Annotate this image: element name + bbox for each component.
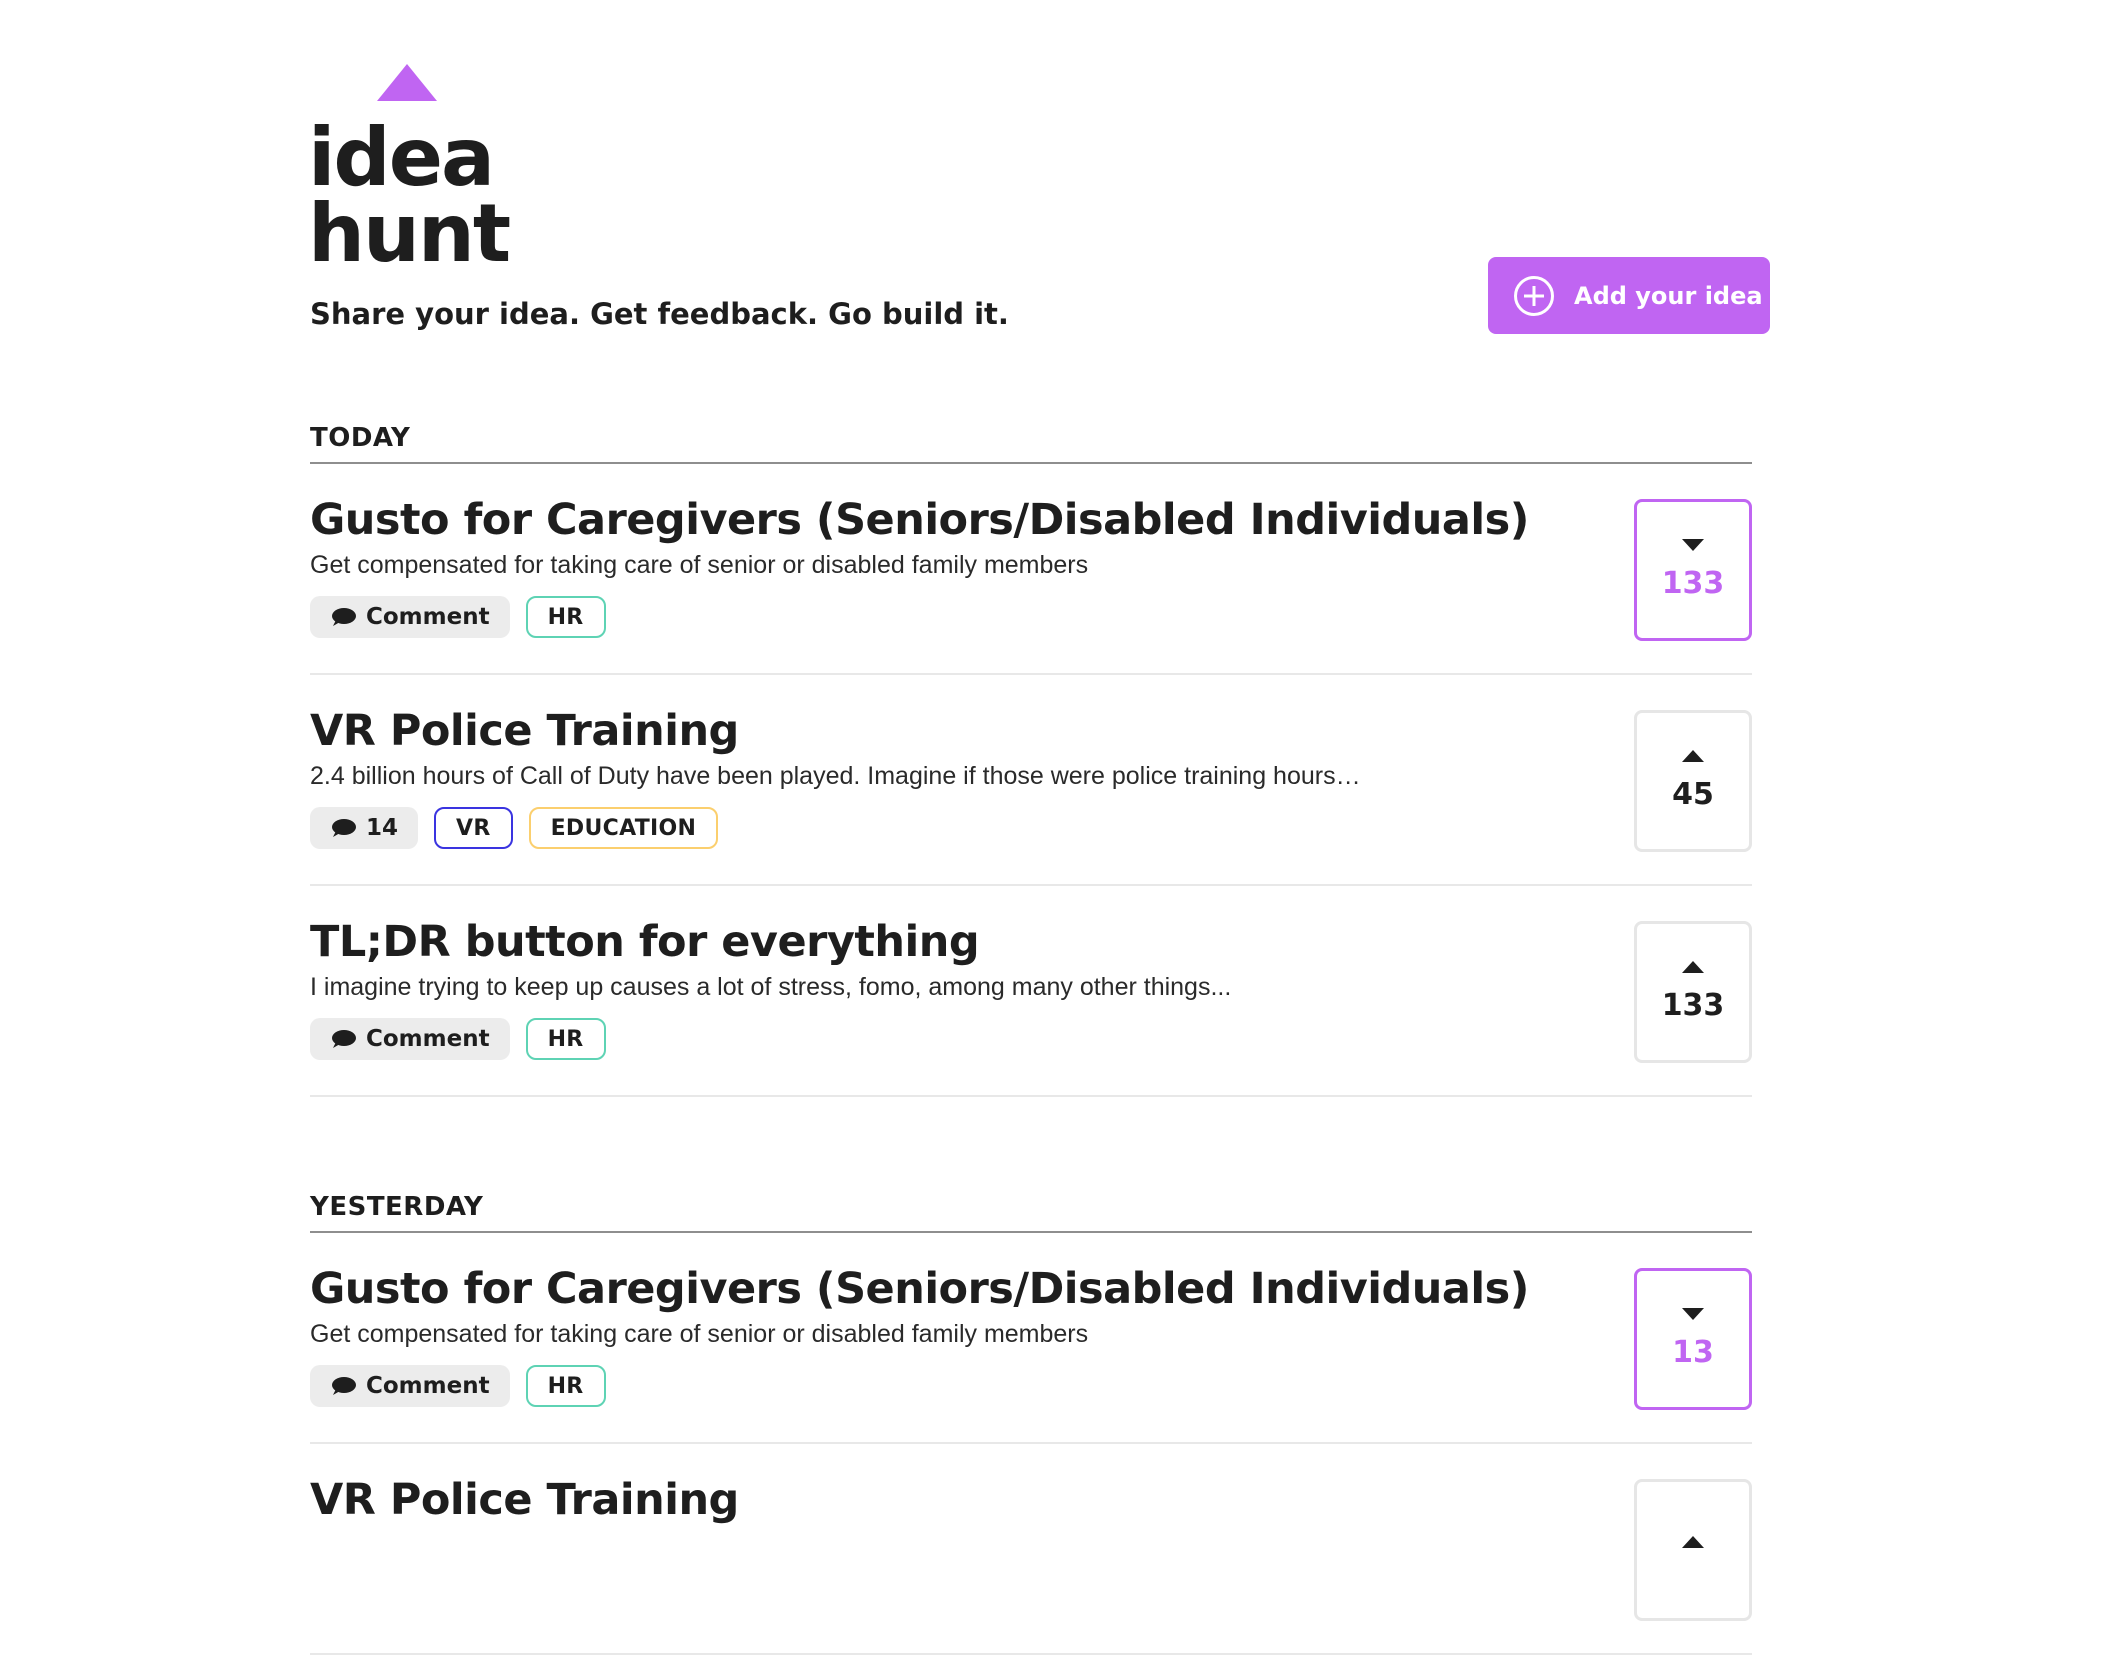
tagline: Share your idea. Get feedback. Go build … (310, 297, 1009, 331)
speech-bubble-icon (332, 1377, 356, 1395)
logo-line-2: hunt (308, 187, 511, 280)
idea-item[interactable]: Gusto for Caregivers (Seniors/Disabled I… (310, 1233, 1752, 1444)
idea-item[interactable]: VR Police Training (310, 1444, 1752, 1655)
vote-arrow-up-icon (1682, 1536, 1704, 1548)
section-today: TODAY Gusto for Caregivers (Seniors/Disa… (310, 414, 1752, 1097)
section-title: TODAY (310, 414, 1752, 464)
plus-circle-icon (1514, 275, 1554, 316)
tag-row: Comment HR (310, 1365, 622, 1407)
vote-count: 45 (1672, 777, 1714, 812)
vote-button[interactable]: 133 (1634, 499, 1752, 641)
idea-description: 2.4 billion hours of Call of Duty have b… (310, 762, 1361, 790)
comment-label: Comment (366, 1373, 490, 1399)
logo[interactable]: idea hunt (308, 111, 511, 280)
section-title: YESTERDAY (310, 1183, 1752, 1233)
idea-description: I imagine trying to keep up causes a lot… (310, 973, 1232, 1001)
vote-button[interactable]: 133 (1634, 921, 1752, 1063)
idea-title[interactable]: VR Police Training (310, 1474, 739, 1526)
idea-title[interactable]: Gusto for Caregivers (Seniors/Disabled I… (310, 1263, 1529, 1315)
speech-bubble-icon (332, 608, 356, 626)
idea-item[interactable]: Gusto for Caregivers (Seniors/Disabled I… (310, 464, 1752, 675)
comment-button[interactable]: 14 (310, 807, 419, 849)
vote-arrow-down-icon (1682, 539, 1704, 551)
tag-vr[interactable]: VR (434, 807, 513, 849)
comment-button[interactable]: Comment (310, 596, 510, 638)
comment-count: 14 (366, 815, 399, 841)
vote-arrow-up-icon (1682, 750, 1704, 762)
vote-button[interactable]: 13 (1634, 1268, 1752, 1410)
idea-item[interactable]: VR Police Training 2.4 billion hours of … (310, 675, 1752, 886)
comment-button[interactable]: Comment (310, 1018, 510, 1060)
tag-education[interactable]: EDUCATION (528, 807, 719, 849)
idea-item[interactable]: TL;DR button for everything I imagine tr… (310, 886, 1752, 1097)
tag-hr[interactable]: HR (525, 1018, 606, 1060)
vote-arrow-down-icon (1682, 1308, 1704, 1320)
add-idea-button[interactable]: Add your idea (1488, 257, 1770, 334)
section-yesterday: YESTERDAY Gusto for Caregivers (Seniors/… (310, 1183, 1752, 1655)
tag-row: 14 VR EDUCATION (310, 807, 734, 849)
vote-button[interactable] (1634, 1479, 1752, 1621)
idea-description: Get compensated for taking care of senio… (310, 551, 1089, 579)
comment-label: Comment (366, 1026, 490, 1052)
speech-bubble-icon (332, 1030, 356, 1048)
vote-button[interactable]: 45 (1634, 710, 1752, 852)
idea-title[interactable]: TL;DR button for everything (310, 916, 980, 968)
idea-title[interactable]: VR Police Training (310, 705, 739, 757)
vote-arrow-up-icon (1682, 961, 1704, 973)
tag-hr[interactable]: HR (525, 1365, 606, 1407)
vote-count: 133 (1661, 988, 1725, 1023)
logo-triangle-icon (377, 64, 437, 101)
vote-count: 133 (1661, 566, 1725, 601)
logo-line-1: idea (308, 111, 495, 204)
speech-bubble-icon (332, 819, 356, 837)
tag-row: Comment HR (310, 596, 622, 638)
comment-button[interactable]: Comment (310, 1365, 510, 1407)
vote-count: 13 (1672, 1335, 1714, 1370)
comment-label: Comment (366, 604, 490, 630)
add-idea-button-label: Add your idea (1574, 281, 1763, 310)
idea-title[interactable]: Gusto for Caregivers (Seniors/Disabled I… (310, 494, 1529, 546)
tag-row: Comment HR (310, 1018, 622, 1060)
idea-description: Get compensated for taking care of senio… (310, 1320, 1089, 1348)
tag-hr[interactable]: HR (525, 596, 606, 638)
